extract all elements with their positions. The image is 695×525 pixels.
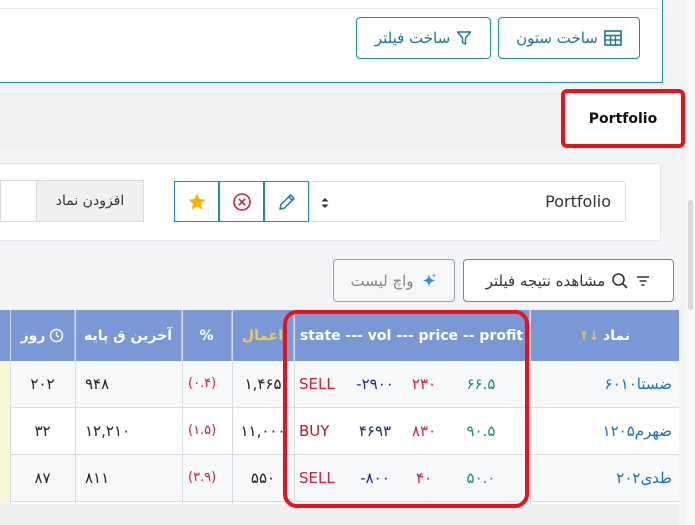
column-divider bbox=[232, 310, 233, 504]
cell-profit: ۹۰.۵ bbox=[466, 422, 496, 440]
column-divider bbox=[530, 310, 531, 504]
cell-profit: ۵۰.۰ bbox=[466, 469, 496, 487]
view-filter-result-button[interactable]: مشاهده نتیجه فیلتر bbox=[463, 259, 674, 302]
edit-portfolio-button[interactable] bbox=[264, 181, 309, 222]
cell-state: SELL bbox=[299, 375, 335, 393]
cell-state: BUY bbox=[299, 422, 330, 440]
header-percent[interactable]: % bbox=[182, 310, 232, 361]
table-header: روز آخرین ق پایه % اعمال state --- vol -… bbox=[0, 310, 679, 361]
cell-commit: ۵۵۰ bbox=[250, 469, 276, 487]
circle-x-icon bbox=[232, 192, 251, 211]
table-row[interactable]: ۸۷ ۸۱۱ (۳.۹) ۵۵۰ SELL -۸۰۰ ۴۰ ۵۰.۰ طدی۲۰… bbox=[0, 455, 679, 502]
build-filter-label: ساخت فیلتر bbox=[374, 29, 451, 47]
cell-state: SELL bbox=[299, 469, 335, 487]
cell-profit: ۶۶.۵ bbox=[466, 375, 496, 393]
scrollbar-thumb[interactable] bbox=[688, 200, 693, 310]
cell-vol: ۴۶۹۳ bbox=[358, 422, 392, 440]
cell-commit: ۱۱,۰۰۰ bbox=[240, 422, 286, 440]
column-divider bbox=[10, 310, 11, 504]
column-divider bbox=[182, 310, 183, 504]
build-column-button[interactable]: ساخت ستون bbox=[498, 17, 640, 59]
portfolio-table: روز آخرین ق پایه % اعمال state --- vol -… bbox=[0, 310, 679, 504]
tab-portfolio[interactable]: Portfolio bbox=[561, 89, 685, 148]
header-symbol[interactable]: نماد ↓↑ bbox=[530, 310, 679, 361]
cell-last-base: ۹۴۸ bbox=[85, 375, 110, 393]
table-row[interactable]: ۲۰۲ ۹۴۸ (۰.۴) ۱,۴۶۵ SELL -۲۹۰۰ ۲۳۰ ۶۶.۵ … bbox=[0, 361, 679, 408]
build-filter-button[interactable]: ساخت فیلتر bbox=[356, 17, 491, 59]
watchlist-label: واچ لیست bbox=[350, 271, 414, 290]
cell-percent: (۱.۵) bbox=[188, 423, 217, 438]
column-divider bbox=[75, 310, 76, 504]
cell-symbol-link[interactable]: ضهرم۱۲۰۵ bbox=[558, 408, 676, 454]
favorite-button[interactable] bbox=[174, 181, 219, 222]
header-day[interactable]: روز bbox=[11, 310, 75, 361]
cell-price: ۸۳۰ bbox=[411, 422, 437, 440]
cell-day: ۸۷ bbox=[34, 469, 51, 487]
table-footer-strip bbox=[0, 504, 679, 525]
filter-lines-icon bbox=[637, 275, 650, 286]
cell-symbol-link[interactable]: ضستا۶۰۱۰ bbox=[558, 361, 676, 407]
build-column-label: ساخت ستون bbox=[516, 29, 598, 47]
header-commit[interactable]: اعمال bbox=[232, 310, 294, 361]
cell-last-base: ۸۱۱ bbox=[85, 469, 110, 487]
header-last-base-price[interactable]: آخرین ق پایه bbox=[75, 310, 182, 361]
panel-divider bbox=[0, 8, 658, 9]
cell-price: ۲۳۰ bbox=[411, 375, 437, 393]
cell-day: ۳۲ bbox=[34, 422, 51, 440]
cell-commit: ۱,۴۶۵ bbox=[244, 375, 282, 393]
cell-last-base: ۱۲,۲۱۰ bbox=[85, 422, 131, 440]
watchlist-button[interactable]: واچ لیست bbox=[333, 259, 455, 302]
cell-day: ۲۰۲ bbox=[30, 375, 55, 393]
portfolio-page: ساخت ستون ساخت فیلتر Portfolio افزودن نم… bbox=[0, 0, 695, 525]
sparkle-icon bbox=[422, 273, 436, 287]
cell-percent: (۳.۹) bbox=[188, 470, 217, 485]
portfolio-select-value: Portfolio bbox=[545, 192, 611, 211]
clock-icon bbox=[50, 328, 64, 343]
table-grid-icon bbox=[604, 30, 622, 46]
pencil-icon bbox=[278, 193, 295, 210]
column-divider bbox=[294, 310, 295, 504]
funnel-icon bbox=[456, 31, 472, 45]
search-icon bbox=[612, 272, 628, 289]
symbol-input[interactable] bbox=[0, 180, 36, 222]
cell-symbol-link[interactable]: طدی۲۰۲ bbox=[558, 455, 676, 501]
cell-percent: (۰.۴) bbox=[188, 376, 217, 391]
header-state-summary[interactable]: state --- vol --- price -- profit bbox=[294, 310, 530, 361]
star-icon bbox=[188, 193, 205, 209]
select-arrows-icon bbox=[321, 198, 329, 208]
remove-portfolio-button[interactable] bbox=[219, 181, 264, 222]
cell-vol: -۲۹۰۰ bbox=[356, 375, 394, 393]
add-symbol-button[interactable]: افزودن نماد bbox=[36, 180, 144, 222]
portfolio-select[interactable]: Portfolio bbox=[309, 181, 626, 222]
cell-price: ۴۰ bbox=[415, 469, 433, 487]
row-state-strip bbox=[0, 361, 10, 504]
cell-vol: -۸۰۰ bbox=[360, 469, 390, 487]
table-row[interactable]: ۳۲ ۱۲,۲۱۰ (۱.۵) ۱۱,۰۰۰ BUY ۴۶۹۳ ۸۳۰ ۹۰.۵… bbox=[0, 408, 679, 455]
view-filter-result-label: مشاهده نتیجه فیلتر bbox=[485, 271, 606, 290]
sort-arrows-icon[interactable]: ↓↑ bbox=[579, 329, 599, 343]
